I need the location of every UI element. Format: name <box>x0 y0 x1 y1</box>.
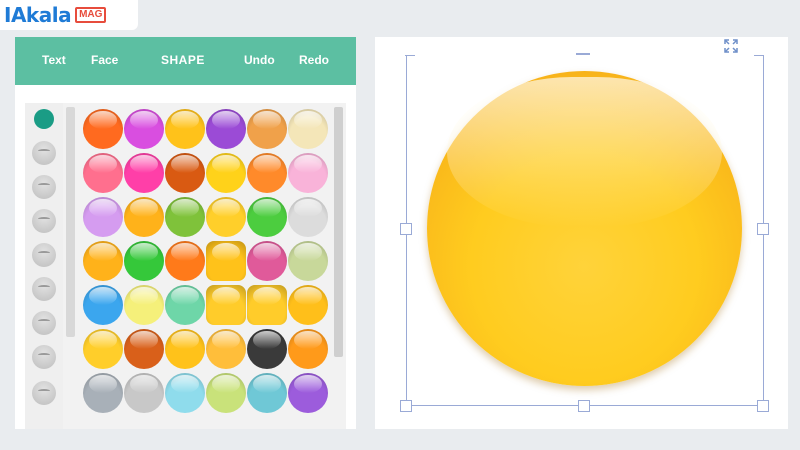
face-feature-icon <box>38 319 50 323</box>
shape-picker <box>25 103 346 429</box>
preview-canvas <box>375 37 788 429</box>
redo-button[interactable]: Redo <box>299 53 329 67</box>
text-button[interactable]: Text <box>42 53 66 67</box>
logo-badge: MAG <box>75 7 107 23</box>
shape-option[interactable] <box>165 197 205 237</box>
face-button[interactable]: Face <box>91 53 118 67</box>
shape-option[interactable] <box>288 329 328 369</box>
face-feature-icon <box>38 183 50 187</box>
shape-option[interactable] <box>124 285 164 325</box>
shape-option[interactable] <box>124 329 164 369</box>
shape-option[interactable] <box>206 109 246 149</box>
shape-option[interactable] <box>83 109 123 149</box>
logo-text: IAkala <box>4 3 72 27</box>
shape-option[interactable] <box>165 285 205 325</box>
shape-option[interactable] <box>206 373 246 413</box>
site-logo: IAkala MAG <box>0 0 138 30</box>
shape-option[interactable] <box>288 197 328 237</box>
shape-editor-panel: Text Face SHAPE Undo Redo <box>15 37 356 429</box>
editor-toolbar: Text Face SHAPE Undo Redo <box>15 37 356 85</box>
shape-option[interactable] <box>247 109 287 149</box>
shape-option[interactable] <box>247 329 287 369</box>
category-grin-face-icon[interactable] <box>32 277 56 301</box>
shape-option[interactable] <box>288 285 328 325</box>
shape-option[interactable] <box>83 153 123 193</box>
shape-option[interactable] <box>247 241 287 281</box>
shape-option[interactable] <box>165 153 205 193</box>
shape-highlight <box>447 77 722 227</box>
shape-option[interactable] <box>124 197 164 237</box>
shape-option[interactable] <box>165 241 205 281</box>
face-feature-icon <box>38 285 50 289</box>
shape-option[interactable] <box>165 373 205 413</box>
undo-button[interactable]: Undo <box>244 53 275 67</box>
shape-option[interactable] <box>165 109 205 149</box>
category-column <box>25 103 63 429</box>
shape-option[interactable] <box>124 241 164 281</box>
shape-option[interactable] <box>247 153 287 193</box>
category-devil-face-icon[interactable] <box>32 141 56 165</box>
resize-handle-left[interactable] <box>400 223 412 235</box>
shape-option[interactable] <box>247 197 287 237</box>
resize-handle-bottom[interactable] <box>578 400 590 412</box>
shape-option[interactable] <box>206 285 246 325</box>
shape-option[interactable] <box>247 285 287 325</box>
face-feature-icon <box>38 353 50 357</box>
rotate-handle[interactable] <box>576 53 590 55</box>
shape-option[interactable] <box>124 153 164 193</box>
category-eyes-face-icon[interactable] <box>32 209 56 233</box>
shape-option[interactable] <box>288 373 328 413</box>
shape-option[interactable] <box>206 197 246 237</box>
shape-option[interactable] <box>83 285 123 325</box>
shape-option[interactable] <box>83 197 123 237</box>
resize-handle-right[interactable] <box>757 223 769 235</box>
shape-option[interactable] <box>288 109 328 149</box>
shape-option[interactable] <box>206 153 246 193</box>
shape-option[interactable] <box>124 109 164 149</box>
category-face-shape-selected-icon[interactable] <box>34 109 54 129</box>
shape-tab[interactable]: SHAPE <box>161 53 205 67</box>
shape-option[interactable] <box>206 241 246 281</box>
shape-scrollbar[interactable] <box>334 107 343 357</box>
shape-option[interactable] <box>206 329 246 369</box>
face-feature-icon <box>38 149 50 153</box>
shape-option[interactable] <box>288 241 328 281</box>
category-smile-face-icon[interactable] <box>32 175 56 199</box>
shape-option[interactable] <box>83 241 123 281</box>
shape-option[interactable] <box>288 153 328 193</box>
face-feature-icon <box>38 251 50 255</box>
face-feature-icon <box>38 217 50 221</box>
shape-option[interactable] <box>83 373 123 413</box>
category-open-mouth-face-icon[interactable] <box>32 311 56 335</box>
expand-icon[interactable] <box>724 39 738 53</box>
category-squint-face-icon[interactable] <box>32 243 56 267</box>
resize-handle-bottom-left[interactable] <box>400 400 412 412</box>
category-scrollbar[interactable] <box>66 107 75 337</box>
shape-option[interactable] <box>165 329 205 369</box>
resize-handle-bottom-right[interactable] <box>757 400 769 412</box>
shape-option[interactable] <box>83 329 123 369</box>
face-feature-icon <box>38 389 50 393</box>
shape-option[interactable] <box>247 373 287 413</box>
category-hair-face-icon[interactable] <box>32 381 56 405</box>
shape-option[interactable] <box>124 373 164 413</box>
category-neutral-face-icon[interactable] <box>32 345 56 369</box>
